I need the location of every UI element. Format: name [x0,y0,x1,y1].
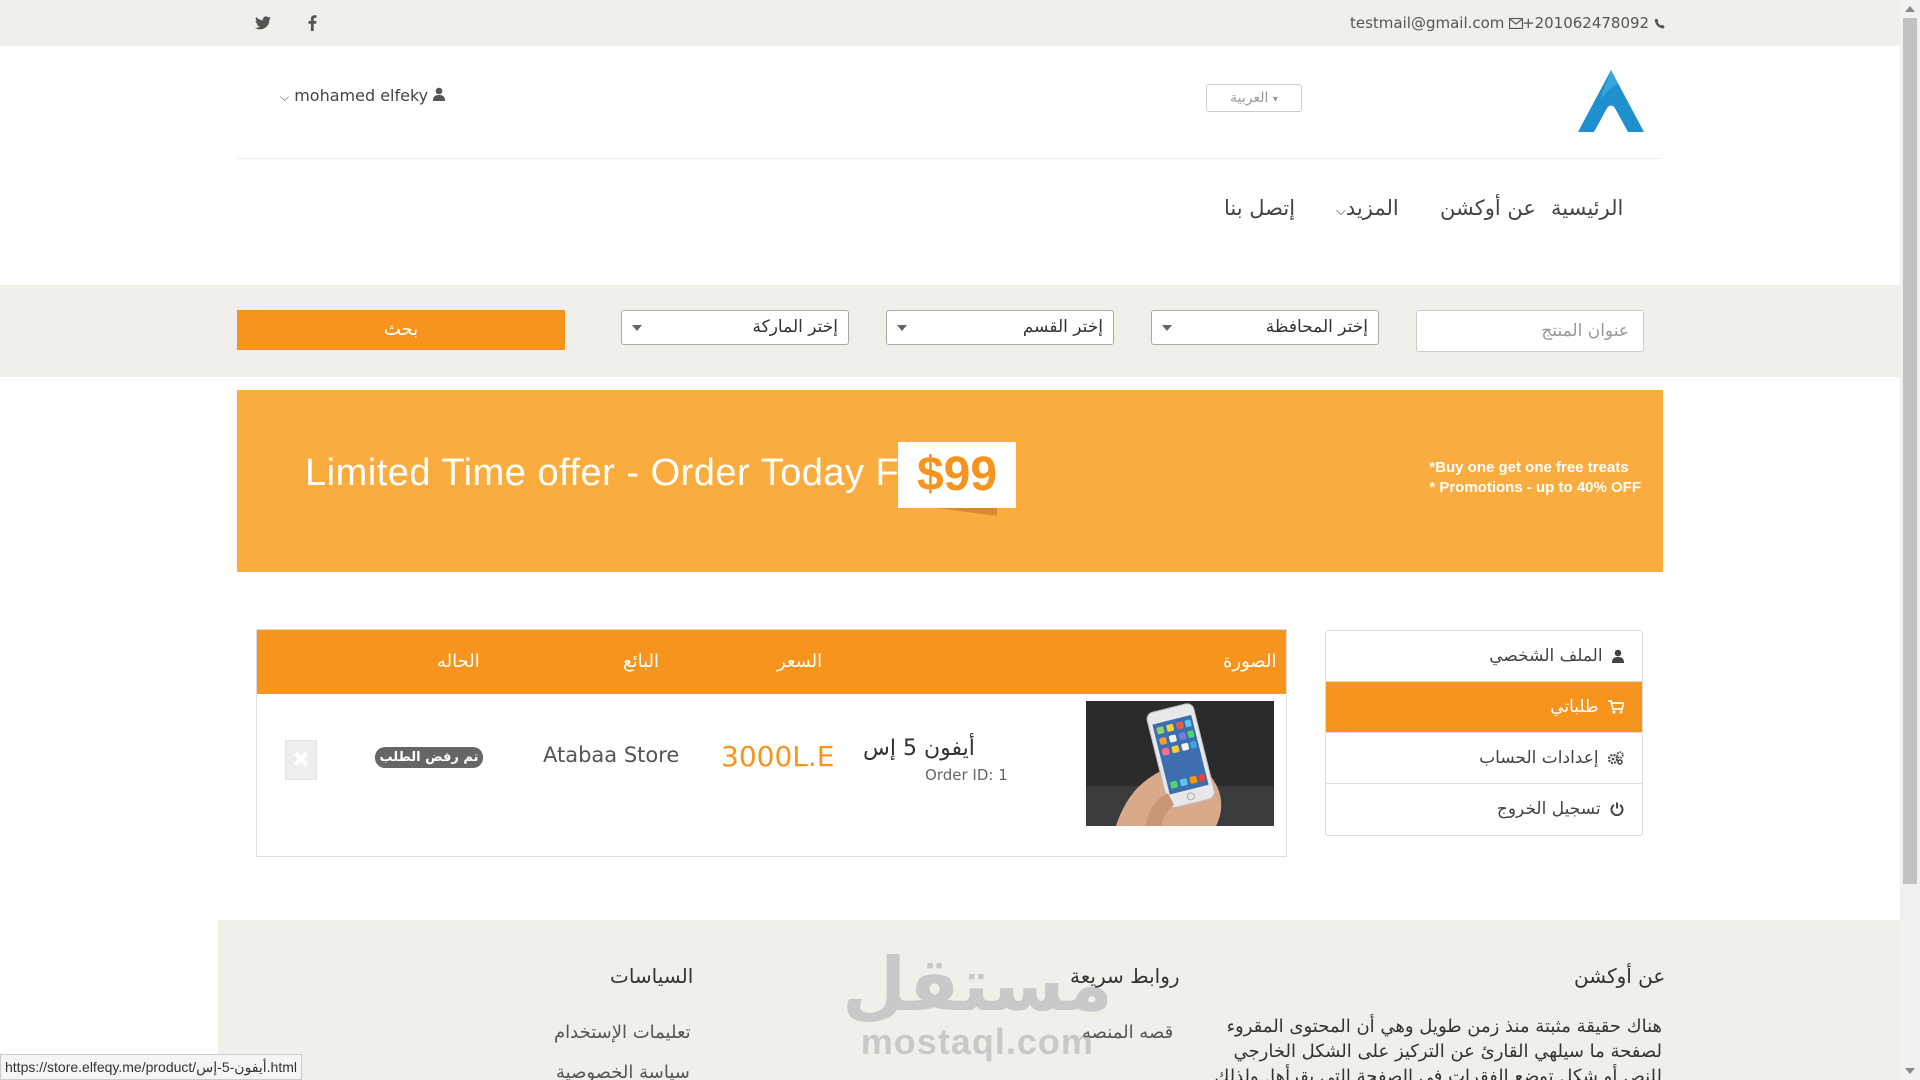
nav-more-label: المزيد [1345,196,1399,220]
governorate-value: إختر المحافظة [1265,317,1368,337]
close-icon: ✖ [291,748,311,773]
sidebar-item-profile[interactable]: الملف الشخصي [1326,631,1642,682]
sidebar-item-orders[interactable]: طلباتي [1326,682,1642,733]
brand-value: إختر الماركة [752,317,838,337]
banner-notes: *Buy one get one free treats * Promotion… [1429,458,1641,498]
sidebar-item-label: الملف الشخصي [1489,646,1603,666]
power-icon [1606,799,1624,819]
column-header-status: الحاله [437,651,480,672]
scroll-down-arrow-icon[interactable] [1905,1068,1915,1074]
brand-select[interactable]: إختر الماركة [621,310,849,345]
status-badge: تم رفض الطلب [375,747,483,768]
product-image[interactable] [1086,701,1274,826]
nav-more-chevron-icon: ⌵ [1336,204,1346,219]
watermark-latin: mostaql.com [860,1021,1094,1062]
user-icon [433,86,446,105]
column-header-price: السعر [777,651,823,672]
caret-down-icon [897,325,907,331]
column-header-image: الصورة [1223,651,1277,672]
category-select[interactable]: إختر القسم [886,310,1114,345]
sidebar-item-settings[interactable]: إعدادات الحساب [1326,733,1642,784]
footer-quick-links-title: روابط سريعة [1070,964,1180,988]
email-text: testmail@gmail.com [1350,14,1505,32]
orders-table: الصورة السعر البائع الحاله أيفون 5 إس Or… [256,629,1287,857]
footer-link-privacy[interactable]: سياسة الخصوصية [556,1062,690,1080]
order-id: Order ID: 1 [925,766,1008,784]
phone-text: +201062478092 [1522,14,1650,32]
footer-about-title: عن أوكشن [1574,964,1666,988]
page-scrollbar[interactable] [1900,0,1920,1080]
sidebar-item-label: إعدادات الحساب [1479,748,1599,768]
phone-contact[interactable]: +201062478092 [1522,14,1666,32]
banner-note-1: *Buy one get one free treats [1429,459,1629,476]
seller-name: Atabaa Store [543,743,680,767]
footer-about-text: هناك حقيقة مثبتة منذ زمن طويل وهي أن الم… [1214,1016,1662,1080]
language-label: العربية [1230,90,1269,106]
caret-down-icon [1162,325,1172,331]
search-button[interactable]: بحث [237,310,565,350]
email-contact[interactable]: testmail@gmail.com [1350,14,1524,32]
product-title-input[interactable]: عنوان المنتج [1416,310,1644,352]
sidebar-item-label: طلباتي [1550,697,1599,717]
nav-contact[interactable]: إتصل بنا [1224,196,1295,220]
user-name: mohamed elfeky [294,86,429,105]
site-logo[interactable] [1578,70,1644,132]
category-value: إختر القسم [1022,317,1103,337]
column-header-seller: البائع [623,651,659,672]
sidebar-item-label: تسجيل الخروج [1496,799,1601,819]
footer-policies-title: السياسات [610,964,694,988]
nav-about[interactable]: عن أوكشن [1440,196,1536,220]
scrollbar-thumb[interactable] [1903,18,1917,884]
footer-link-platform-story[interactable]: قصه المنصه [1082,1022,1173,1043]
orders-table-header: الصورة السعر البائع الحاله [257,630,1286,694]
delete-order-button[interactable]: ✖ [285,740,317,780]
header-divider [236,158,1662,159]
gears-icon [1604,748,1624,768]
banner-headline: Limited Time offer - Order Today For [305,452,935,494]
product-price: 3000L.E [721,740,835,773]
governorate-select[interactable]: إختر المحافظة [1151,310,1379,345]
nav-more[interactable]: ⌵المزيد [1336,196,1399,220]
status-url-bar: https://store.elfeqy.me/product/أيفون-5-… [0,1054,303,1080]
language-select[interactable]: العربية ▾ [1206,84,1302,112]
user-icon [1608,646,1624,666]
banner-price: $99 [898,442,1016,508]
phone-icon [1654,14,1666,32]
promo-banner[interactable]: Limited Time offer - Order Today For $99… [237,390,1663,572]
facebook-icon[interactable] [308,12,317,31]
scroll-up-arrow-icon[interactable] [1905,6,1915,12]
sidebar-item-logout[interactable]: تسجيل الخروج [1326,784,1642,835]
chevron-down-icon: ⌵ [280,90,290,104]
cart-icon [1604,697,1626,717]
account-sidebar: الملف الشخصي طلباتي إعدادات الحساب تسجيل… [1325,630,1643,836]
nav-home[interactable]: الرئيسية [1551,196,1623,220]
banner-note-2: * Promotions - up to 40% OFF [1429,479,1641,496]
price-tag-fold [937,508,997,516]
user-menu[interactable]: ⌵ mohamed elfeky [280,86,446,105]
caret-down-icon: ▾ [1272,94,1278,105]
footer-link-terms[interactable]: تعليمات الإستخدام [554,1022,691,1043]
top-bar: testmail@gmail.com +201062478092 [0,0,1900,46]
product-name[interactable]: أيفون 5 إس [863,736,975,761]
twitter-icon[interactable] [255,12,271,31]
caret-down-icon [632,325,642,331]
